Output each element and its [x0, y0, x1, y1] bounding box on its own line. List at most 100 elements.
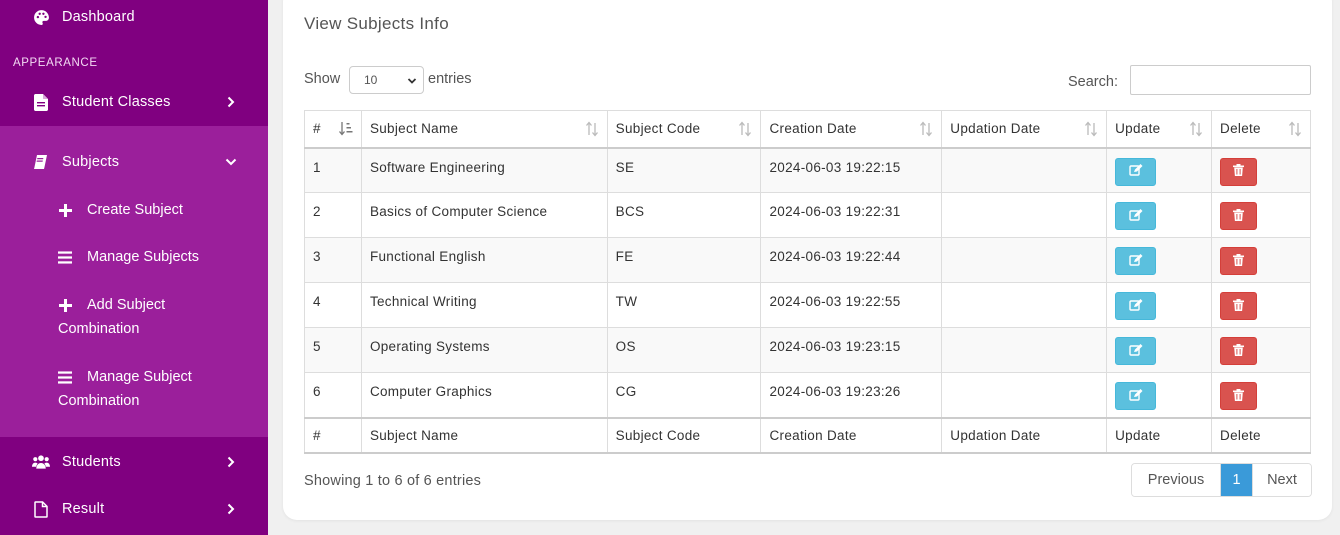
sidebar-item-subjects[interactable]: Subjects — [0, 147, 268, 177]
table-row: 3 Functional English FE 2024-06-03 19:22… — [304, 237, 1311, 283]
chevron-right-icon — [224, 502, 238, 516]
sidebar-subitem-create-subject[interactable]: Create Subject — [58, 198, 258, 222]
sidebar-item-label: Student Classes — [62, 94, 171, 110]
delete-button[interactable] — [1220, 337, 1258, 365]
update-button[interactable] — [1115, 292, 1157, 320]
trash-icon — [1233, 343, 1245, 359]
search-label: Search: — [1068, 74, 1118, 90]
header-num[interactable]: # — [304, 110, 362, 149]
bars-icon — [58, 370, 72, 384]
update-button[interactable] — [1115, 382, 1157, 410]
table-row: 1 Software Engineering SE 2024-06-03 19:… — [304, 147, 1311, 193]
delete-button[interactable] — [1220, 247, 1258, 275]
chevron-right-icon — [224, 95, 238, 109]
sidebar-subitem-label: Create Subject — [87, 202, 183, 218]
palette-icon — [32, 8, 50, 26]
sidebar-item-students[interactable]: Students — [0, 447, 268, 477]
chevron-right-icon — [224, 455, 238, 469]
cell-subject-name: Software Engineering — [360, 147, 608, 193]
cell-creation-date: 2024-06-03 19:22:31 — [760, 192, 943, 238]
cell-updation-date — [941, 237, 1108, 283]
sort-icon — [1189, 121, 1203, 137]
sort-icon — [1084, 121, 1098, 137]
cell-subject-name: Operating Systems — [360, 327, 608, 373]
sidebar-item-dashboard[interactable]: Dashboard — [0, 2, 268, 32]
cell-delete — [1211, 237, 1311, 283]
update-button[interactable] — [1115, 202, 1157, 230]
sort-icon — [738, 121, 752, 137]
footer-num: # — [304, 416, 362, 454]
sidebar-subitem-manage-subjects[interactable]: Manage Subjects — [58, 245, 258, 269]
table-row: 4 Technical Writing TW 2024-06-03 19:22:… — [304, 282, 1311, 328]
footer-subject-name: Subject Name — [360, 416, 608, 454]
cell-num: 4 — [304, 282, 362, 328]
sort-icon — [1288, 121, 1302, 137]
header-subject-code[interactable]: Subject Code — [606, 110, 762, 149]
footer-updation-date: Updation Date — [941, 416, 1108, 454]
sidebar-item-label: Students — [62, 454, 121, 470]
cell-subject-code: BCS — [606, 192, 762, 238]
entries-info: Showing 1 to 6 of 6 entries — [304, 473, 482, 489]
trash-icon — [1233, 253, 1245, 269]
page-button-current[interactable]: 1 — [1221, 464, 1252, 496]
delete-button[interactable] — [1220, 202, 1258, 230]
cell-updation-date — [941, 327, 1108, 373]
sidebar-subitem-manage-subject-combination[interactable]: Manage Subject Combination — [58, 365, 258, 413]
cell-creation-date: 2024-06-03 19:22:15 — [760, 147, 943, 193]
plus-icon — [58, 298, 72, 312]
trash-icon — [1233, 208, 1245, 224]
cell-creation-date: 2024-06-03 19:22:44 — [760, 237, 943, 283]
delete-button[interactable] — [1220, 157, 1258, 186]
delete-button[interactable] — [1220, 382, 1258, 410]
cell-creation-date: 2024-06-03 19:23:26 — [760, 372, 943, 418]
footer-creation-date: Creation Date — [760, 416, 943, 454]
delete-button[interactable] — [1220, 292, 1258, 320]
section-title-appearance: APPEARANCE — [13, 57, 98, 69]
header-creation-date[interactable]: Creation Date — [760, 110, 943, 149]
cell-update — [1106, 147, 1213, 193]
footer-subject-code: Subject Code — [606, 416, 762, 454]
update-button[interactable] — [1115, 157, 1157, 186]
sidebar-subitem-add-subject-combination[interactable]: Add Subject Combination — [58, 293, 258, 341]
header-update[interactable]: Update — [1106, 110, 1213, 149]
sidebar-subitem-label-line1: Manage Subject — [87, 369, 192, 385]
sort-icon — [919, 121, 933, 137]
update-button[interactable] — [1115, 247, 1157, 275]
cell-num: 5 — [304, 327, 362, 373]
cell-delete — [1211, 372, 1311, 418]
header-delete[interactable]: Delete — [1211, 110, 1311, 149]
sidebar-subitem-label: Manage Subjects — [87, 249, 200, 265]
search-input[interactable] — [1130, 65, 1311, 95]
cell-updation-date — [941, 192, 1108, 238]
trash-icon — [1233, 298, 1245, 314]
cell-subject-name: Basics of Computer Science — [360, 192, 608, 238]
edit-icon — [1128, 253, 1143, 269]
table-footer-row: # Subject Name Subject Code Creation Dat… — [304, 416, 1311, 454]
cell-subject-code: CG — [606, 372, 762, 418]
users-icon — [32, 453, 50, 471]
subjects-table: # Subject Name Subject Code Creation Dat… — [304, 110, 1311, 454]
entries-select[interactable]: 10 — [349, 66, 424, 94]
edit-icon — [1128, 343, 1143, 359]
sidebar-item-student-classes[interactable]: Student Classes — [0, 87, 268, 117]
next-button[interactable]: Next — [1252, 464, 1311, 496]
sidebar-item-label: Subjects — [62, 154, 120, 170]
header-subject-name[interactable]: Subject Name — [360, 110, 608, 149]
cell-delete — [1211, 192, 1311, 238]
file-outline-icon — [32, 500, 50, 518]
edit-icon — [1128, 208, 1143, 224]
header-updation-date[interactable]: Updation Date — [941, 110, 1108, 149]
cell-subject-name: Functional English — [360, 237, 608, 283]
cell-update — [1106, 237, 1213, 283]
chevron-down-icon — [224, 155, 238, 169]
previous-button[interactable]: Previous — [1132, 464, 1221, 496]
entries-select-value: 10 — [364, 73, 378, 87]
trash-icon — [1233, 388, 1245, 404]
cell-subject-name: Technical Writing — [360, 282, 608, 328]
footer-delete: Delete — [1211, 416, 1311, 454]
sidebar-item-label: Dashboard — [62, 9, 135, 25]
edit-icon — [1128, 164, 1143, 179]
sidebar-item-result[interactable]: Result — [0, 494, 268, 524]
footer-update: Update — [1106, 416, 1213, 454]
update-button[interactable] — [1115, 337, 1157, 365]
